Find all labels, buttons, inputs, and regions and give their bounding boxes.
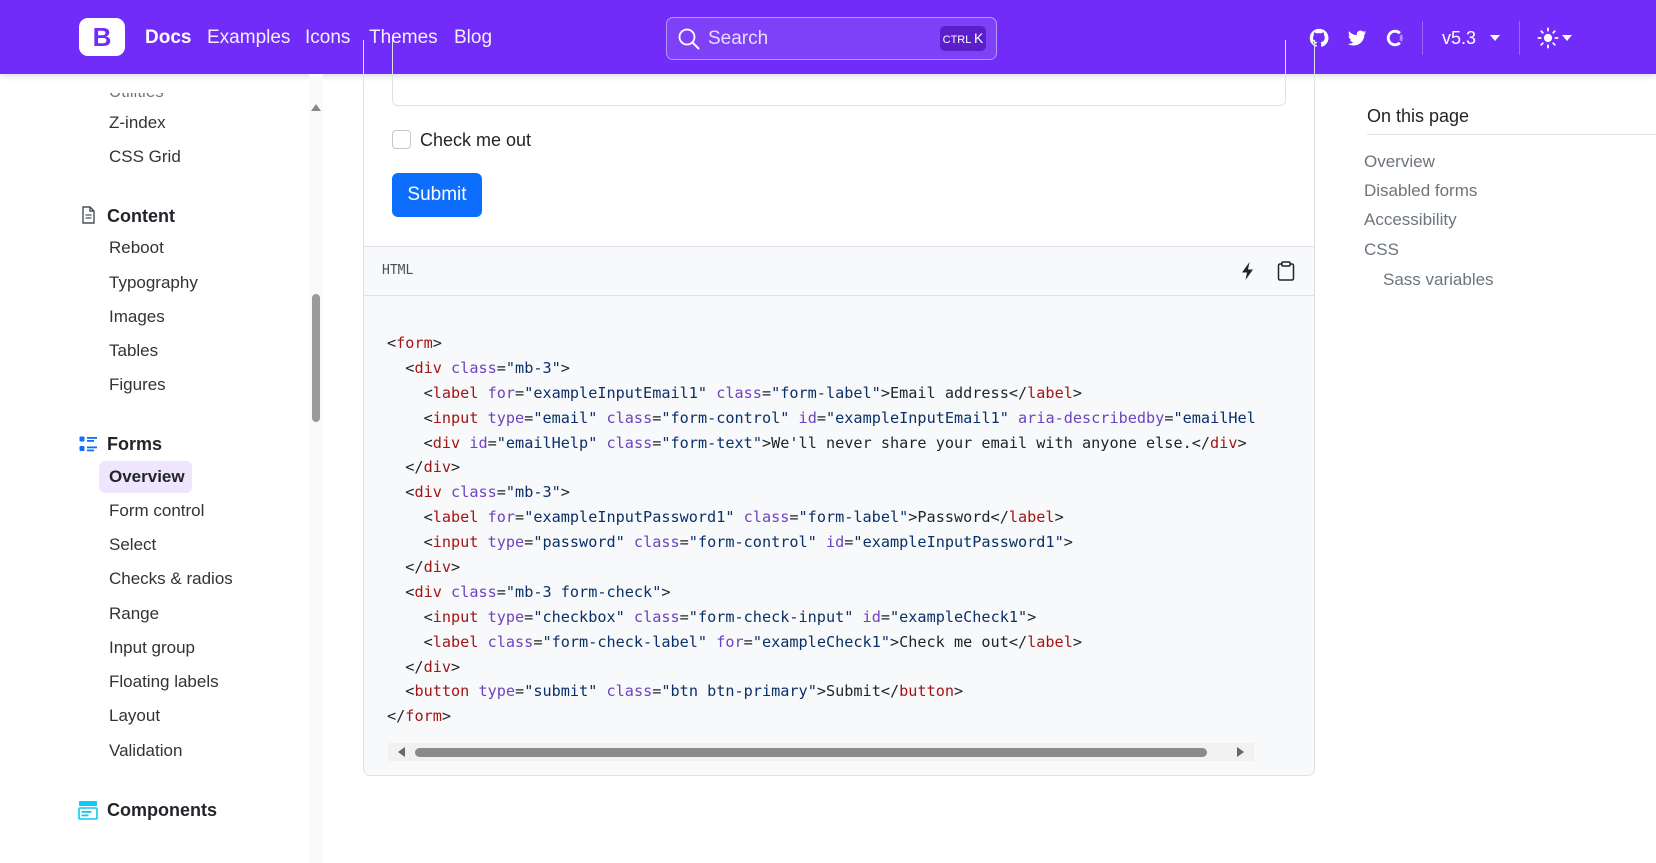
sidebar-item-layout[interactable]: Layout <box>109 705 160 727</box>
code-horizontal-scrollbar[interactable] <box>388 743 1254 761</box>
email-input-preview[interactable] <box>392 40 1286 106</box>
twitter-icon[interactable] <box>1346 27 1368 49</box>
chevron-down-icon <box>1562 35 1572 41</box>
docs-sidebar: Utilities Z-index CSS Grid Content Reboo… <box>0 74 325 863</box>
nav-link-examples[interactable]: Examples <box>207 25 290 51</box>
code-snippet: HTML <form> <div class="mb-3"> <label fo… <box>363 246 1315 776</box>
version-dropdown[interactable]: v5.3 <box>1442 26 1476 50</box>
code-line: <div class="mb-3 form-check"> <box>387 582 671 601</box>
ui-checks-icon <box>79 436 97 452</box>
check-me-out-checkbox[interactable] <box>392 130 411 149</box>
code-line: <button type="submit" class="btn btn-pri… <box>387 682 964 701</box>
file-text-icon <box>82 206 95 224</box>
sidebar-item-validation[interactable]: Validation <box>109 740 182 762</box>
code-body[interactable]: <form> <div class="mb-3"> <label for="ex… <box>387 331 1255 731</box>
sidebar-item-form-control[interactable]: Form control <box>109 500 204 522</box>
scroll-left-arrow-icon[interactable] <box>398 747 405 757</box>
chevron-down-icon <box>1490 35 1500 41</box>
nav-link-docs[interactable]: Docs <box>145 25 191 51</box>
code-line: </div> <box>387 458 461 477</box>
submit-button[interactable]: Submit <box>392 173 482 217</box>
code-snippet-header: HTML <box>364 247 1314 296</box>
sidebar-item-reboot[interactable]: Reboot <box>109 237 164 259</box>
sidebar-item-utilities[interactable]: Utilities <box>109 93 164 103</box>
check-me-out-label[interactable]: Check me out <box>420 129 531 151</box>
sidebar-heading-components: Components <box>107 800 217 820</box>
sidebar-item-tables[interactable]: Tables <box>109 340 158 362</box>
navbar-divider <box>1422 21 1423 55</box>
sidebar-item-overview[interactable]: Overview <box>99 461 192 493</box>
sidebar-item-floating-labels[interactable]: Floating labels <box>109 671 219 693</box>
sidebar-item-select[interactable]: Select <box>109 534 156 556</box>
code-line: </form> <box>387 707 452 726</box>
sidebar-item-label: Overview <box>109 467 185 486</box>
sidebar-heading-forms: Forms <box>107 434 163 454</box>
toc-link-overview[interactable]: Overview <box>1364 151 1435 173</box>
toc-link-disabled-forms[interactable]: Disabled forms <box>1364 180 1477 202</box>
sidebar-item-range[interactable]: Range <box>109 603 159 625</box>
sidebar-item-input-group[interactable]: Input group <box>109 637 195 659</box>
code-line: <label for="exampleInputEmail1" class="f… <box>387 383 1083 402</box>
code-line: <div class="mb-3"> <box>387 358 570 377</box>
code-line: <input type="email" class="form-control"… <box>387 408 1255 427</box>
code-scrollbar-thumb[interactable] <box>415 748 1207 757</box>
toc-link-accessibility[interactable]: Accessibility <box>1364 209 1457 231</box>
clipboard-icon[interactable] <box>1275 260 1297 282</box>
sidebar-item-images[interactable]: Images <box>109 306 165 328</box>
toc-link-sass-variables[interactable]: Sass variables <box>1383 269 1494 291</box>
code-line: <div id="emailHelp" class="form-text">We… <box>387 433 1247 452</box>
code-line: <input type="checkbox" class="form-check… <box>387 607 1037 626</box>
sidebar-scrollbar-thumb[interactable] <box>312 294 320 422</box>
sidebar-item-checks-radios[interactable]: Checks & radios <box>109 568 233 590</box>
sidebar-item-z-index[interactable]: Z-index <box>109 112 166 134</box>
opencollective-icon[interactable] <box>1384 27 1406 49</box>
toc-title: On this page <box>1367 106 1470 126</box>
scroll-right-arrow-icon[interactable] <box>1237 747 1244 757</box>
lightning-icon[interactable] <box>1237 260 1259 282</box>
code-line: <form> <box>387 334 442 352</box>
menu-button-icon <box>78 801 98 820</box>
scroll-up-arrow-icon[interactable] <box>311 104 321 111</box>
toc-divider <box>1367 134 1656 135</box>
code-line: </div> <box>387 657 461 676</box>
code-line: <input type="password" class="form-contr… <box>387 533 1073 552</box>
code-line: </div> <box>387 558 461 577</box>
sidebar-item-css-grid[interactable]: CSS Grid <box>109 146 181 168</box>
navbar-divider <box>1519 21 1520 55</box>
code-language-label: HTML <box>382 263 414 278</box>
nav-link-icons[interactable]: Icons <box>305 25 350 51</box>
code-line: <label class="form-check-label" for="exa… <box>387 632 1082 651</box>
sun-icon[interactable] <box>1537 27 1559 49</box>
brand-letter: B <box>92 22 112 52</box>
toc-link-css[interactable]: CSS <box>1364 239 1399 261</box>
code-line: <label for="exampleInputPassword1" class… <box>387 508 1064 527</box>
sidebar-scrollbar[interactable] <box>309 74 323 863</box>
bootstrap-logo[interactable]: B <box>79 18 125 56</box>
sidebar-heading-content: Content <box>107 206 175 226</box>
code-line: <div class="mb-3"> <box>387 483 570 502</box>
sidebar-item-figures[interactable]: Figures <box>109 374 166 396</box>
sidebar-item-typography[interactable]: Typography <box>109 272 198 294</box>
